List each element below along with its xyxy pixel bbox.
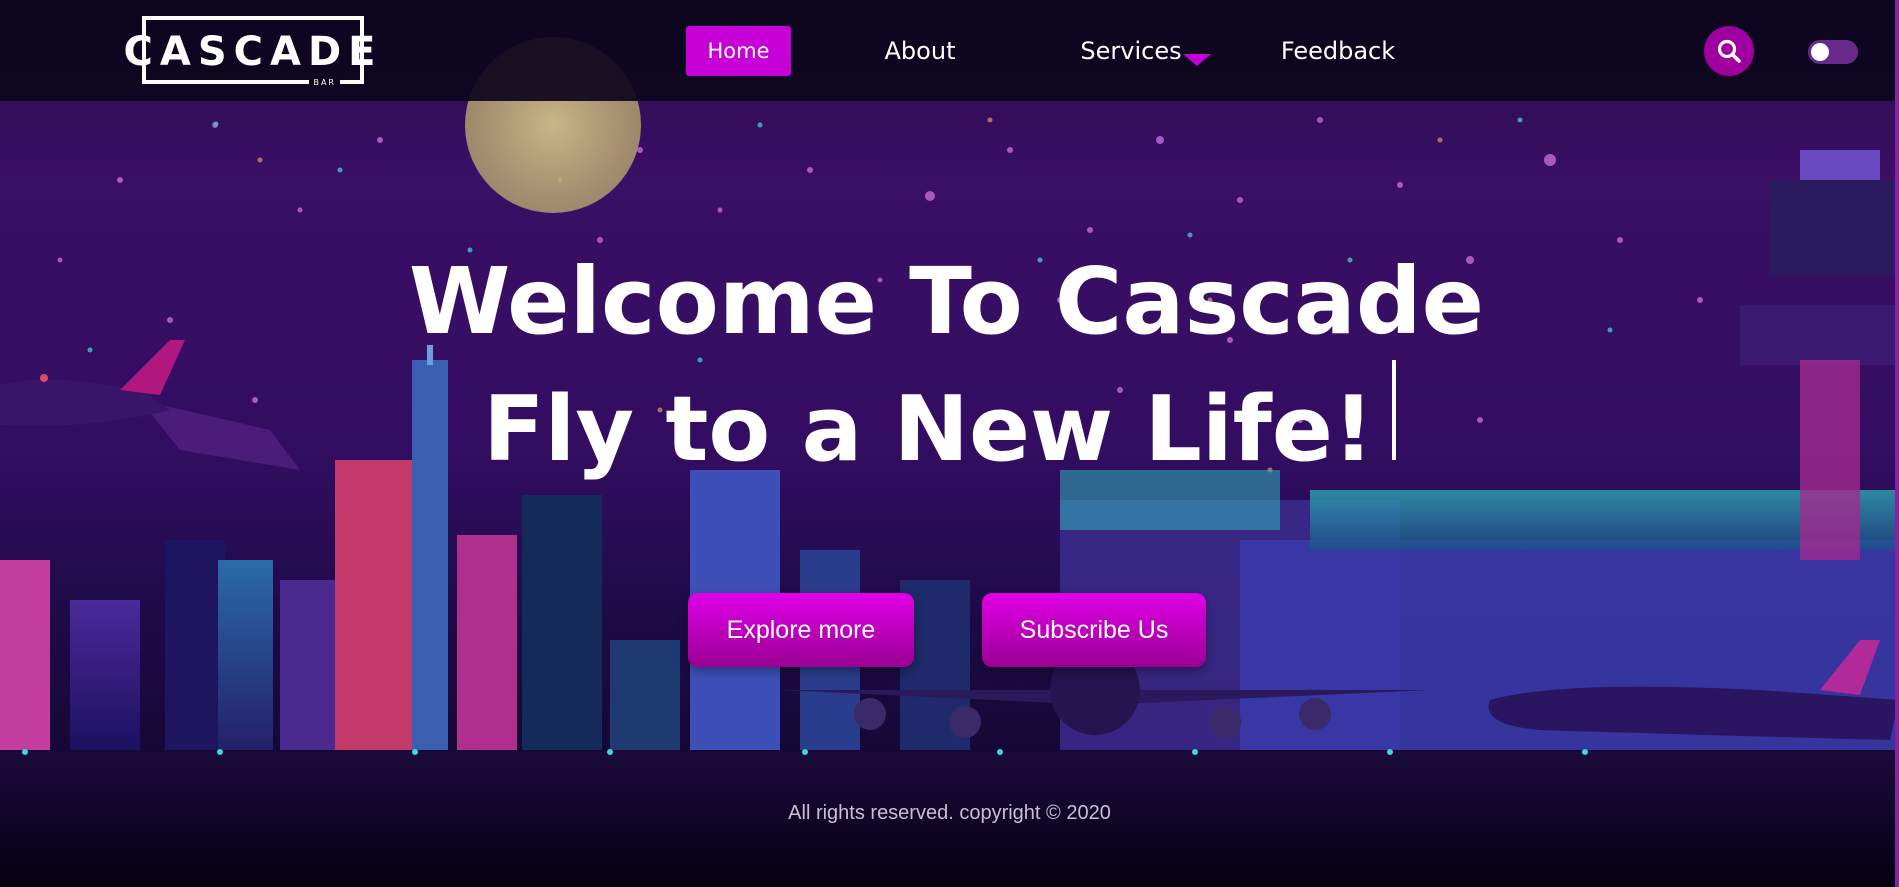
typing-cursor <box>1391 360 1396 460</box>
nav-feedback[interactable]: Feedback <box>1268 26 1408 76</box>
logo[interactable]: CASCADE BAR <box>124 16 375 87</box>
explore-more-button[interactable]: Explore more <box>688 593 914 667</box>
hero-title-line1: Welcome To Cascade <box>408 248 1485 355</box>
nav-about[interactable]: About <box>866 26 974 76</box>
footer-copyright: All rights reserved. copyright © 2020 <box>788 802 1111 824</box>
caret-down-icon[interactable] <box>1183 54 1211 66</box>
nav-services[interactable]: Services <box>1068 26 1194 76</box>
hero-title-line2-wrap: Fly to a New Life! <box>0 360 1899 482</box>
subscribe-button[interactable]: Subscribe Us <box>982 593 1206 667</box>
hero-title-line2: Fly to a New Life! <box>483 377 1374 482</box>
logo-subtext: BAR <box>309 78 340 87</box>
logo-text: CASCADE <box>123 29 383 75</box>
toggle-knob <box>1811 43 1829 61</box>
theme-toggle[interactable] <box>1808 40 1858 64</box>
navbar: CASCADE BAR Home About Services Feedback <box>0 0 1899 101</box>
nav-home[interactable]: Home <box>686 26 791 76</box>
search-button[interactable] <box>1704 26 1754 76</box>
search-icon <box>1717 39 1741 63</box>
